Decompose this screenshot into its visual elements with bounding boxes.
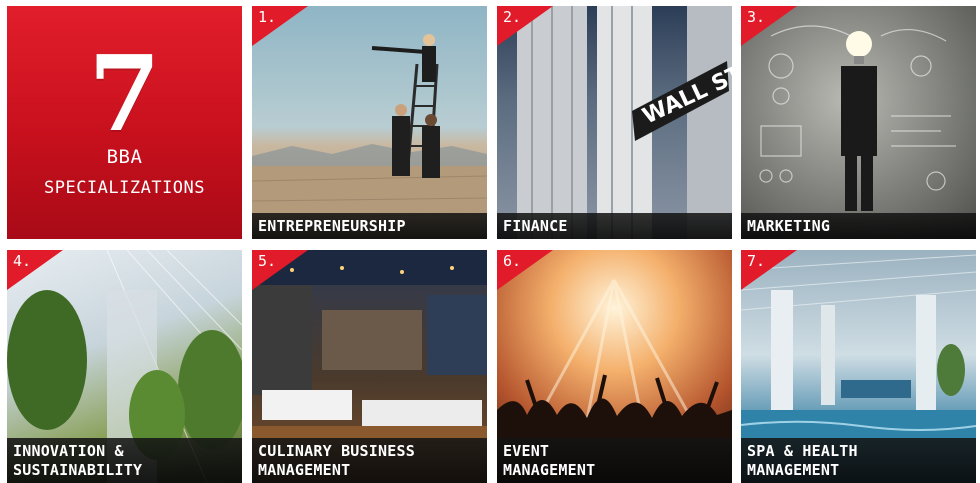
caption-line: CULINARY BUSINESS xyxy=(258,442,415,460)
hero-subtitle-specializations: SPECIALIZATIONS xyxy=(43,178,206,198)
caption-line: MANAGEMENT xyxy=(258,461,351,479)
caption-line: EVENT xyxy=(503,442,550,460)
caption-line: INNOVATION & xyxy=(13,442,124,460)
hero-tile: 7 BBA SPECIALIZATIONS xyxy=(7,6,242,239)
tile-caption: ENTREPRENEURSHIP xyxy=(252,213,487,239)
tile-culinary-business-management[interactable]: 5. CULINARY BUSINESS MANAGEMENT xyxy=(252,250,487,483)
tile-caption: EVENT MANAGEMENT xyxy=(497,438,732,483)
caption-line: SPA & HEALTH xyxy=(747,442,858,460)
tile-caption: SPA & HEALTH MANAGEMENT xyxy=(741,438,976,483)
caption-line: MARKETING xyxy=(747,217,831,235)
hero-number: 7 xyxy=(88,32,161,155)
tile-caption: INNOVATION & SUSTAINABILITY xyxy=(7,438,242,483)
tile-event-management[interactable]: 6. EVENT MANAGEMENT xyxy=(497,250,732,483)
caption-line: FINANCE xyxy=(503,217,568,235)
tile-number: 6. xyxy=(503,252,522,270)
tile-number: 5. xyxy=(258,252,277,270)
tile-finance[interactable]: WALL ST 2. FINANCE xyxy=(497,6,732,239)
tile-number: 3. xyxy=(747,8,766,26)
tile-entrepreneurship[interactable]: 1. ENTREPRENEURSHIP xyxy=(252,6,487,239)
tile-caption: MARKETING xyxy=(741,213,976,239)
tile-number: 1. xyxy=(258,8,277,26)
caption-line: SUSTAINABILITY xyxy=(13,461,143,479)
tile-number: 7. xyxy=(747,252,766,270)
caption-line: MANAGEMENT xyxy=(747,461,840,479)
tile-marketing[interactable]: 3. MARKETING xyxy=(741,6,976,239)
tile-spa-health-management[interactable]: 7. SPA & HEALTH MANAGEMENT xyxy=(741,250,976,483)
caption-line: MANAGEMENT xyxy=(503,461,596,479)
tile-caption: FINANCE xyxy=(497,213,732,239)
tile-caption: CULINARY BUSINESS MANAGEMENT xyxy=(252,438,487,483)
caption-line: ENTREPRENEURSHIP xyxy=(258,217,406,235)
tile-number: 2. xyxy=(503,8,522,26)
tile-innovation-sustainability[interactable]: 4. INNOVATION & SUSTAINABILITY xyxy=(7,250,242,483)
tile-number: 4. xyxy=(13,252,32,270)
hero-subtitle-bba: BBA xyxy=(106,146,143,168)
